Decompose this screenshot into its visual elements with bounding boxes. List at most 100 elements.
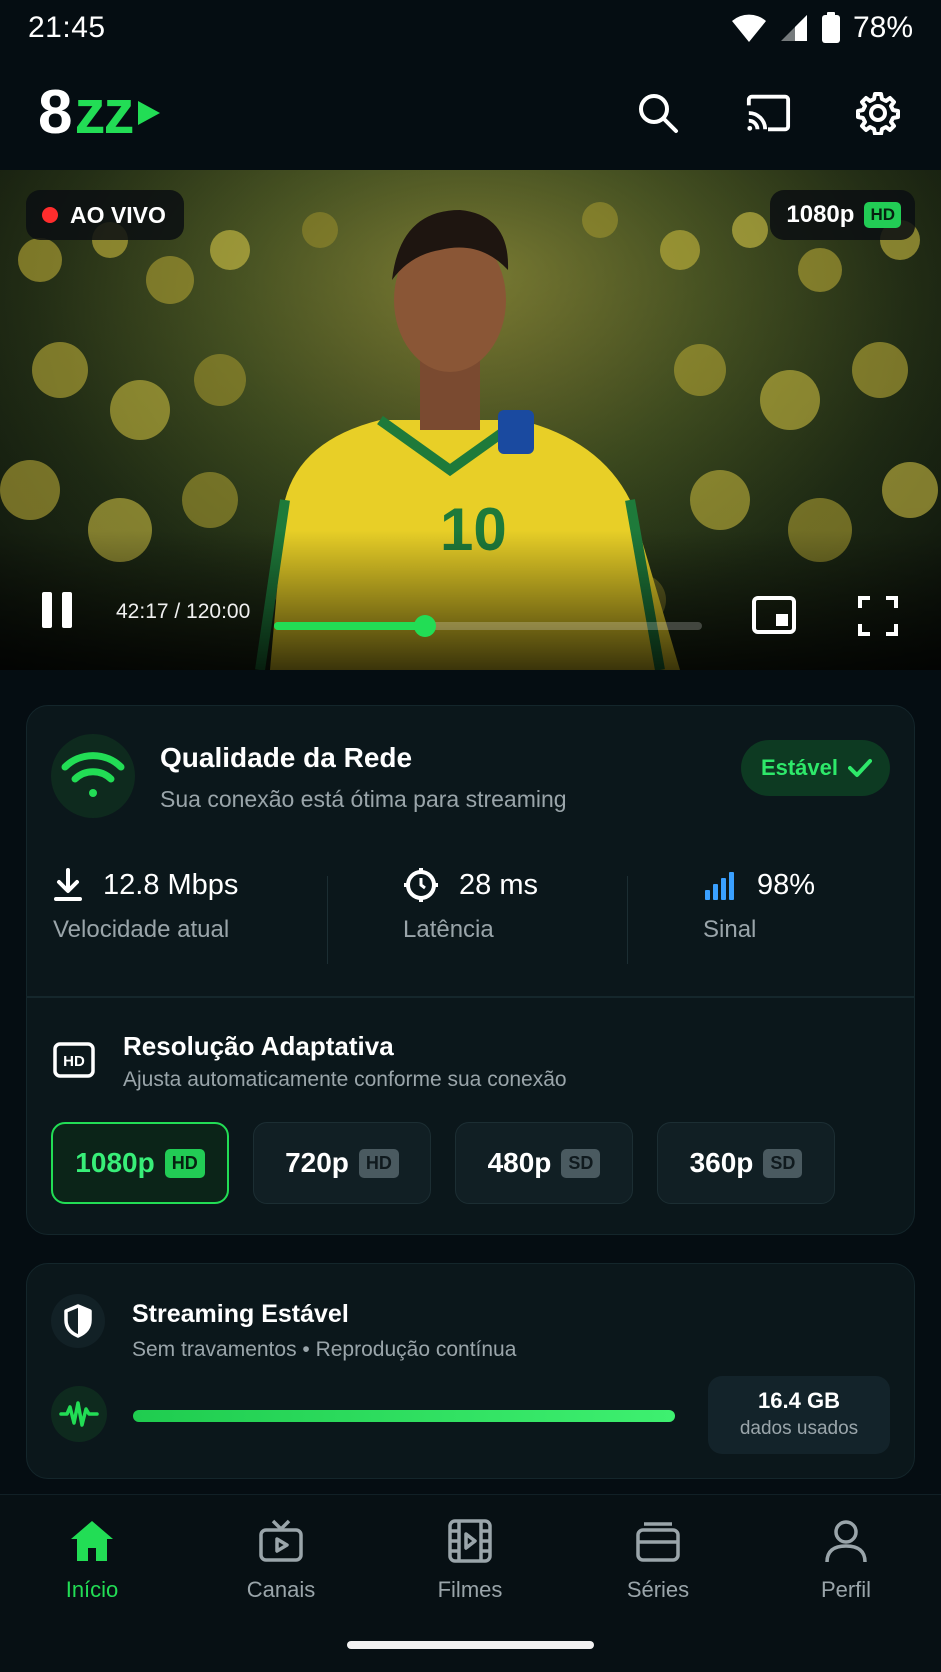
resolution-option-480p[interactable]: 480p SD: [455, 1122, 633, 1204]
hd-icon-graphic: HD: [53, 1042, 95, 1078]
activity-pulse-icon: [59, 1401, 99, 1427]
fullscreen-icon: [858, 596, 898, 636]
stat-speed-label: Velocidade atual: [53, 916, 230, 943]
nav-label: Início: [65, 1577, 119, 1602]
status-icons: 78%: [731, 11, 913, 45]
nav-item-filmes[interactable]: Filmes: [390, 1515, 550, 1603]
resolution-option-tag: HD: [164, 1148, 205, 1178]
network-subtitle: Sua conexão está ótima para streaming: [160, 786, 567, 812]
playback-time: 42:17 / 120:00: [116, 600, 251, 623]
stat-signal: 98% Sinal: [703, 866, 815, 966]
network-status-label: Estável: [760, 755, 838, 780]
nav-item-perfil[interactable]: Perfil: [766, 1515, 926, 1603]
gear-icon: [856, 92, 900, 135]
nav-label: Perfil: [820, 1577, 872, 1602]
tv-icon: [259, 1519, 303, 1562]
stat-speed-value: 12.8 Mbps: [103, 868, 239, 901]
progress-bar[interactable]: [274, 615, 702, 637]
pause-button[interactable]: [40, 590, 74, 635]
network-title: Qualidade da Rede: [160, 742, 413, 773]
nav-item-canais[interactable]: Canais: [201, 1515, 361, 1603]
live-badge: AO VIVO: [26, 190, 184, 240]
pause-icon: [42, 592, 72, 628]
live-dot-icon: [42, 207, 58, 223]
app-logo[interactable]: 8 zz: [38, 82, 162, 144]
status-bar: 21:45 78%: [0, 0, 941, 56]
nav-item-series[interactable]: Séries: [578, 1515, 738, 1603]
svg-text:HD: HD: [63, 1053, 85, 1070]
battery-icon: [821, 12, 840, 43]
resolution-option-360p[interactable]: 360p SD: [657, 1122, 835, 1204]
resolution-option-tag: SD: [763, 1148, 803, 1178]
stat-latency-label: Latência: [403, 916, 494, 943]
wifi-signal-icon: [61, 752, 125, 797]
stat-latency-value: 28 ms: [459, 868, 538, 901]
app-header: 8 zz: [0, 56, 941, 170]
resolution-option-720p[interactable]: 720p HD: [253, 1122, 431, 1204]
stream-title: Streaming Estável: [132, 1300, 349, 1328]
resolution-title: Resolução Adaptativa: [123, 1031, 394, 1061]
nav-label: Filmes: [437, 1577, 503, 1602]
home-indicator[interactable]: [347, 1641, 594, 1649]
nav-label: Séries: [626, 1577, 690, 1602]
shield-icon: [64, 1304, 92, 1338]
activity-icon-badge: [51, 1386, 107, 1442]
cast-button[interactable]: [745, 90, 791, 136]
resolution-option-1080p[interactable]: 1080p HD: [51, 1122, 229, 1204]
pip-icon: [752, 596, 796, 634]
resolution-option-label: 1080p: [75, 1147, 155, 1178]
data-usage-value: 16.4 GB: [758, 1388, 840, 1413]
fullscreen-button[interactable]: [858, 596, 898, 641]
picture-in-picture-button[interactable]: [752, 596, 796, 639]
stat-divider: [327, 876, 328, 964]
stream-stability-bar: [133, 1410, 675, 1422]
resolution-option-label: 480p: [487, 1147, 552, 1178]
film-icon: [448, 1519, 492, 1563]
resolution-badge: 1080p HD: [770, 190, 915, 240]
card-divider: [27, 996, 914, 998]
stat-signal-value: 98%: [757, 868, 816, 901]
hd-icon: HD: [53, 1042, 95, 1083]
search-icon: [639, 94, 678, 133]
signal-bars-icon: [705, 872, 734, 900]
stat-divider: [627, 876, 628, 964]
video-player[interactable]: 10 AO VIVO 1080p HD 42:17 / 120:00: [0, 170, 941, 670]
streaming-status-card: Streaming Estável Sem travamentos • Repr…: [26, 1263, 915, 1479]
resolution-option-label: 720p: [285, 1147, 349, 1178]
resolution-option-label: 360p: [689, 1147, 754, 1178]
nav-label: Canais: [246, 1577, 316, 1602]
network-quality-card: Qualidade da Rede Sua conexão está ótima…: [26, 705, 915, 1235]
checkmark-icon: [848, 759, 872, 777]
cell-signal-icon: [780, 15, 807, 41]
data-usage-label: dados usados: [739, 1418, 859, 1439]
status-time: 21:45: [28, 11, 106, 44]
network-icon-badge: [51, 734, 135, 818]
progress-knob[interactable]: [413, 615, 436, 637]
download-icon: [54, 868, 82, 901]
shield-icon-badge: [51, 1294, 105, 1348]
cast-icon: [746, 94, 791, 132]
resolution-options: 1080p HD 720p HD 480p SD 360p SD: [51, 1122, 835, 1204]
resolution-badge-tag: HD: [864, 202, 901, 228]
resolution-option-tag: SD: [561, 1148, 601, 1178]
data-usage-box: 16.4 GB dados usados: [708, 1376, 890, 1454]
battery-percent: 78%: [852, 11, 913, 44]
stream-stability-fill: [133, 1410, 675, 1422]
stat-speed: 12.8 Mbps Velocidade atual: [53, 866, 238, 966]
live-label: AO VIVO: [70, 201, 166, 228]
player-controls: 42:17 / 120:00: [0, 560, 941, 670]
logo-main: 8: [38, 78, 73, 147]
network-stats: 12.8 Mbps Velocidade atual 28 ms Latênci…: [27, 866, 914, 966]
resolution-subtitle: Ajusta automaticamente conforme sua cone…: [123, 1068, 567, 1091]
resolution-badge-label: 1080p: [786, 201, 855, 228]
wifi-icon: [731, 14, 766, 42]
network-status-badge: Estável: [740, 740, 890, 796]
profile-icon: [825, 1520, 867, 1563]
logo-accent: zz: [74, 78, 134, 147]
resolution-option-tag: HD: [358, 1148, 399, 1178]
settings-button[interactable]: [855, 90, 901, 136]
search-button[interactable]: [635, 90, 681, 136]
series-icon: [636, 1522, 680, 1562]
home-icon: [71, 1521, 113, 1561]
nav-item-inicio[interactable]: Início: [12, 1515, 172, 1603]
